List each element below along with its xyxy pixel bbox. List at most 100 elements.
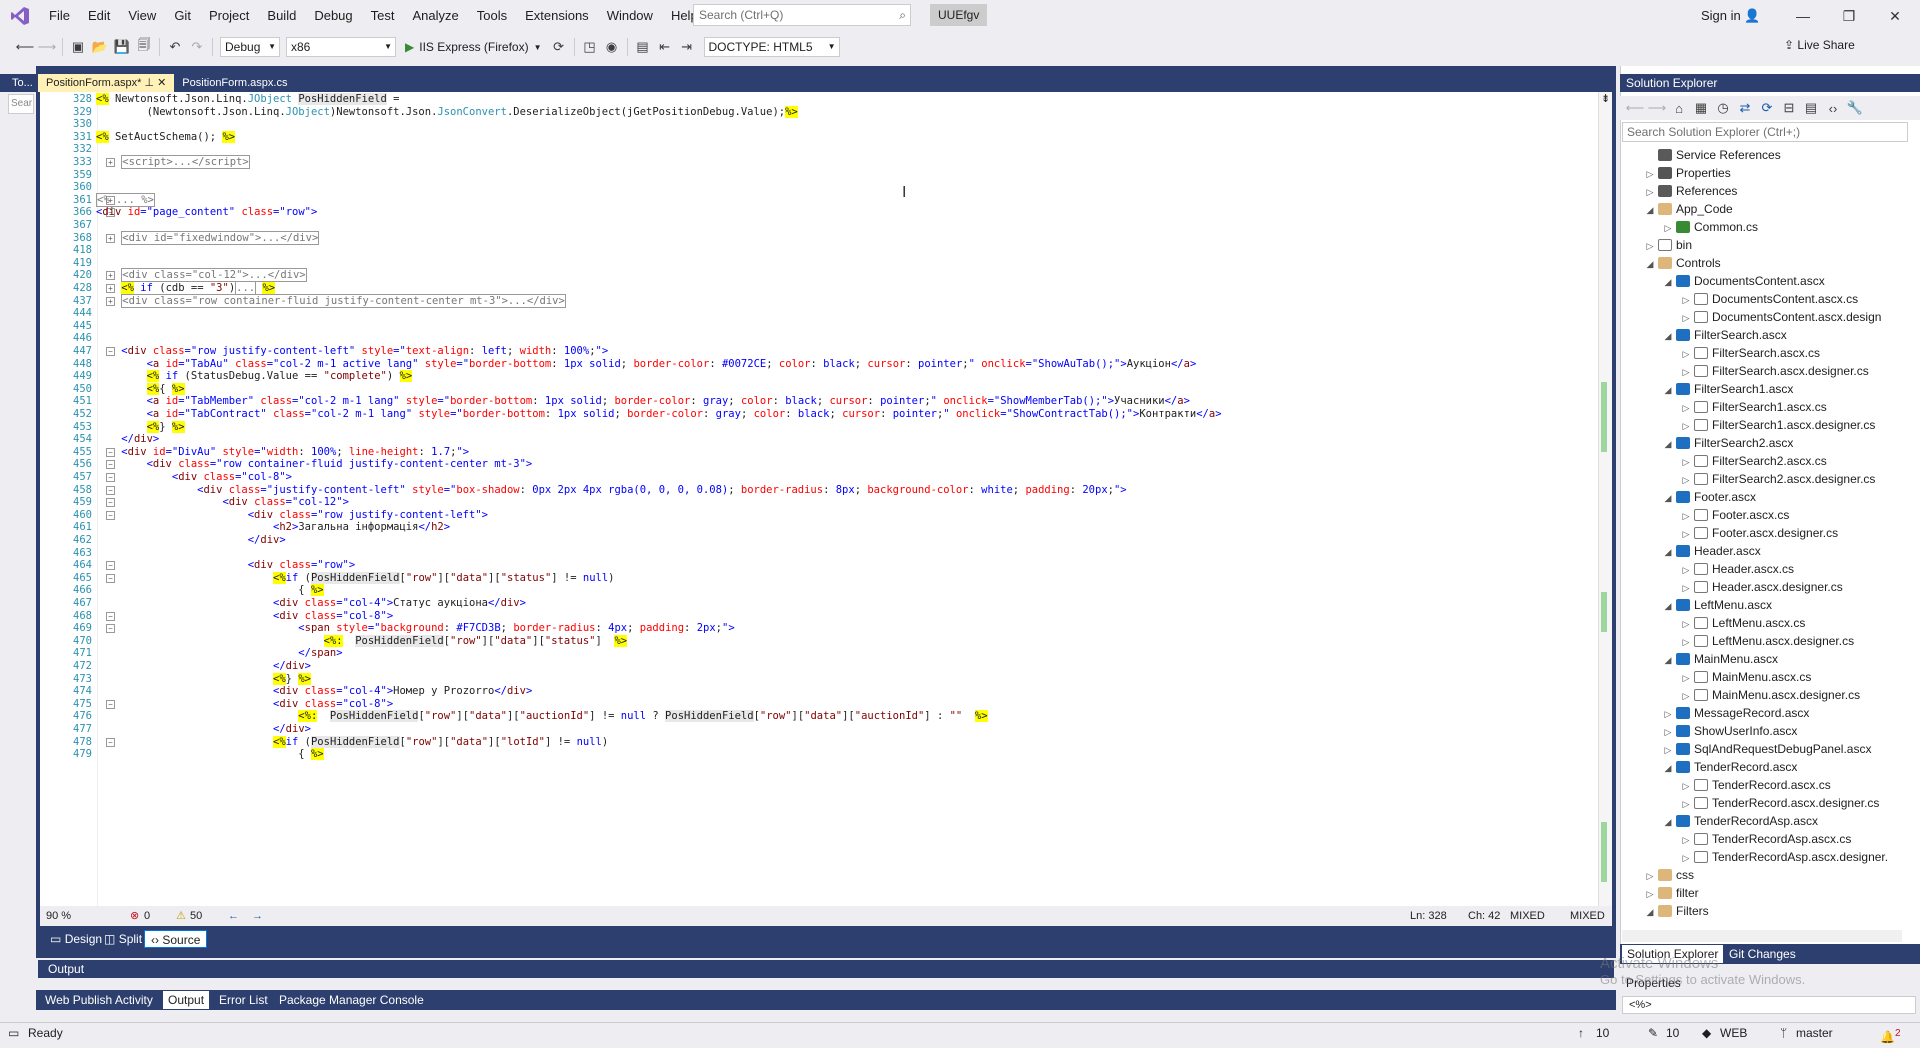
expand-toggle-icon[interactable]: ▷ bbox=[1644, 867, 1656, 885]
tree-item[interactable]: ▷ References bbox=[1644, 182, 1738, 201]
expand-toggle-icon[interactable]: ▷ bbox=[1680, 471, 1692, 489]
expand-toggle-icon[interactable]: ◢ bbox=[1662, 327, 1674, 345]
forward-icon[interactable]: ⟶ bbox=[1646, 97, 1668, 119]
refresh-icon[interactable]: ⟳ bbox=[1756, 97, 1778, 119]
expand-toggle-icon[interactable]: ▷ bbox=[1644, 183, 1656, 201]
sign-in-link[interactable]: Sign in 👤 bbox=[1701, 0, 1761, 32]
tree-item[interactable]: ◢ Footer.ascx bbox=[1662, 488, 1757, 506]
branch-name[interactable]: master bbox=[1796, 1023, 1833, 1044]
code-view-icon[interactable]: ‹› bbox=[1822, 97, 1844, 119]
tree-item[interactable]: ▷ MessageRecord.ascx bbox=[1662, 704, 1810, 723]
menu-tools[interactable]: Tools bbox=[468, 0, 516, 32]
tab-output[interactable]: Output bbox=[163, 991, 210, 1009]
expand-toggle-icon[interactable]: ◢ bbox=[1662, 651, 1674, 669]
pin-close-icon[interactable]: ⊥ ✕ bbox=[141, 77, 166, 89]
redo-icon[interactable]: ↷ bbox=[186, 36, 208, 58]
tab-source[interactable]: ‹› Source bbox=[144, 930, 208, 948]
unpushed-count[interactable]: 10 bbox=[1596, 1023, 1609, 1044]
tree-item[interactable]: ▷ TenderRecordAsp.ascx.designer. bbox=[1680, 848, 1889, 866]
platform-combo[interactable]: x86 ▼ bbox=[286, 37, 396, 57]
live-share-button[interactable]: ⇪ Live Share bbox=[1784, 38, 1855, 52]
expand-toggle-icon[interactable]: ▷ bbox=[1644, 885, 1656, 903]
expand-toggle-icon[interactable]: ◢ bbox=[1644, 255, 1656, 273]
expand-toggle-icon[interactable]: ▷ bbox=[1680, 579, 1692, 597]
run-button[interactable]: ▶ IIS Express (Firefox) ▼ bbox=[399, 40, 548, 54]
menu-build[interactable]: Build bbox=[258, 0, 305, 32]
menu-edit[interactable]: Edit bbox=[79, 0, 119, 32]
save-icon[interactable]: 💾 bbox=[111, 36, 133, 58]
tree-item[interactable]: ◢ TenderRecordAsp.ascx bbox=[1662, 812, 1819, 830]
expand-toggle-icon[interactable]: ◢ bbox=[1644, 201, 1656, 219]
tree-item[interactable]: ◢ TenderRecord.ascx bbox=[1662, 758, 1798, 777]
expand-toggle-icon[interactable]: ▷ bbox=[1680, 831, 1692, 849]
tree-item[interactable]: ▷ SqlAndRequestDebugPanel.ascx bbox=[1662, 740, 1872, 758]
expand-toggle-icon[interactable]: ▷ bbox=[1680, 795, 1692, 813]
tab-error-list[interactable]: Error List bbox=[214, 991, 273, 1009]
expand-toggle-icon[interactable]: ◢ bbox=[1662, 381, 1674, 399]
back-icon[interactable]: ⟵ bbox=[14, 36, 36, 58]
tree-item[interactable]: ▷ FilterSearch2.ascx.cs bbox=[1680, 452, 1827, 470]
tab-split[interactable]: ◫ Split bbox=[98, 930, 148, 948]
new-project-icon[interactable]: ▣ bbox=[67, 36, 89, 58]
zoom-combo[interactable]: 90 % bbox=[46, 906, 71, 926]
expand-toggle-icon[interactable]: ▷ bbox=[1680, 687, 1692, 705]
menu-window[interactable]: Window bbox=[598, 0, 662, 32]
properties-wrench-icon[interactable]: 🔧 bbox=[1844, 97, 1866, 119]
expand-toggle-icon[interactable]: ◢ bbox=[1662, 759, 1674, 777]
code-line[interactable]: </div> bbox=[96, 533, 286, 548]
code-line[interactable]: <div id="fixedwindow">...</div> bbox=[96, 231, 320, 246]
expand-toggle-icon[interactable]: ▷ bbox=[1680, 669, 1692, 687]
expand-toggle-icon[interactable]: ▷ bbox=[1680, 507, 1692, 525]
toolbox-search[interactable]: Sear bbox=[8, 94, 34, 114]
menu-analyze[interactable]: Analyze bbox=[403, 0, 467, 32]
tree-item[interactable]: ▷ TenderRecord.ascx.designer.cs bbox=[1680, 794, 1880, 813]
tab-web-publish[interactable]: Web Publish Activity bbox=[40, 991, 158, 1009]
warning-count[interactable]: 50 bbox=[190, 906, 202, 926]
code-line[interactable]: (Newtonsoft.Json.Linq.JObject)Newtonsoft… bbox=[96, 105, 798, 120]
close-window-button[interactable]: ✕ bbox=[1872, 0, 1918, 32]
tree-item[interactable]: ◢ Controls bbox=[1644, 254, 1721, 272]
changes-count[interactable]: 10 bbox=[1666, 1023, 1679, 1044]
tree-item[interactable]: ▷ LeftMenu.ascx.cs bbox=[1680, 614, 1806, 633]
tree-item[interactable]: ▷ FilterSearch1.ascx.cs bbox=[1680, 398, 1827, 416]
tree-item[interactable]: ▷ DocumentsContent.ascx.design bbox=[1680, 308, 1882, 326]
expand-toggle-icon[interactable]: ▷ bbox=[1644, 237, 1656, 255]
tree-item[interactable]: ▷ Properties bbox=[1644, 164, 1731, 182]
tree-item[interactable]: ▷ bin bbox=[1644, 236, 1692, 254]
prev-issue-icon[interactable]: ← bbox=[228, 906, 239, 926]
tree-item[interactable]: ◢ Filters bbox=[1644, 902, 1709, 918]
code-line[interactable]: <script>...</script> bbox=[96, 155, 250, 170]
toolbox-tab[interactable]: To... bbox=[0, 74, 36, 92]
tree-item[interactable]: ▷ MainMenu.ascx.cs bbox=[1680, 668, 1812, 687]
doctype-combo[interactable]: DOCTYPE: HTML5 ▼ bbox=[703, 37, 840, 57]
expand-toggle-icon[interactable]: ▷ bbox=[1662, 705, 1674, 723]
save-all-icon[interactable]: 🗐 bbox=[133, 36, 155, 58]
undo-icon[interactable]: ↶ bbox=[164, 36, 186, 58]
expand-toggle-icon[interactable]: ▷ bbox=[1680, 615, 1692, 633]
expand-toggle-icon[interactable]: ▷ bbox=[1662, 723, 1674, 741]
code-line[interactable]: <% SetAuctSchema(); %> bbox=[96, 130, 236, 145]
menu-test[interactable]: Test bbox=[362, 0, 404, 32]
tree-item[interactable]: ▷ FilterSearch2.ascx.designer.cs bbox=[1680, 470, 1876, 489]
switch-views-icon[interactable]: ▦ bbox=[1690, 97, 1712, 119]
expand-toggle-icon[interactable]: ▷ bbox=[1680, 363, 1692, 381]
sync-icon[interactable]: ⇄ bbox=[1734, 97, 1756, 119]
collapse-all-icon[interactable]: ⊟ bbox=[1778, 97, 1800, 119]
tree-item[interactable]: ▷ ShowUserInfo.ascx bbox=[1662, 722, 1798, 741]
tree-item[interactable]: ▷ FilterSearch1.ascx.designer.cs bbox=[1680, 416, 1876, 434]
indent-icon[interactable]: ⇥ bbox=[676, 36, 698, 58]
solution-name-badge[interactable]: UUEfgv bbox=[930, 4, 988, 26]
menu-view[interactable]: View bbox=[119, 0, 165, 32]
tree-item[interactable]: ◢ FilterSearch2.ascx bbox=[1662, 434, 1794, 452]
tree-item[interactable]: ◢ LeftMenu.ascx bbox=[1662, 596, 1773, 614]
tree-item[interactable]: ◢ MainMenu.ascx bbox=[1662, 650, 1779, 669]
repo-name[interactable]: WEB bbox=[1720, 1023, 1747, 1044]
expand-toggle-icon[interactable]: ▷ bbox=[1644, 165, 1656, 183]
properties-combo[interactable]: <%> bbox=[1622, 996, 1916, 1014]
config-combo[interactable]: Debug ▼ bbox=[220, 37, 280, 57]
tree-item[interactable]: ▷ DocumentsContent.ascx.cs bbox=[1680, 290, 1859, 308]
expand-toggle-icon[interactable]: ◢ bbox=[1644, 903, 1656, 918]
expand-toggle-icon[interactable]: ◢ bbox=[1662, 543, 1674, 561]
tree-item[interactable]: ▷ FilterSearch.ascx.cs bbox=[1680, 344, 1821, 362]
minimize-button[interactable]: — bbox=[1780, 0, 1826, 32]
